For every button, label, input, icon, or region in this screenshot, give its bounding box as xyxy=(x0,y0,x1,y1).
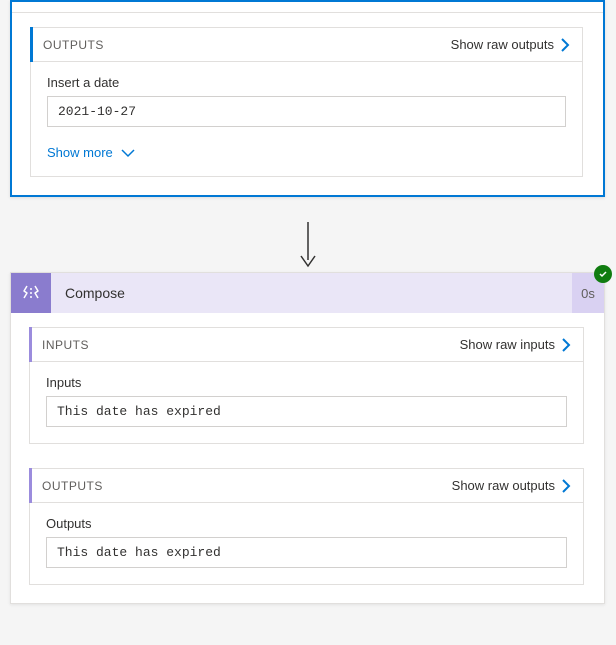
show-more-label: Show more xyxy=(47,145,113,160)
show-raw-inputs-link[interactable]: Show raw inputs xyxy=(460,337,571,352)
show-raw-outputs-link[interactable]: Show raw outputs xyxy=(452,478,571,493)
show-more-link[interactable]: Show more xyxy=(47,145,566,160)
compose-inputs-header: INPUTS Show raw inputs xyxy=(30,328,583,362)
raw-link-label: Show raw outputs xyxy=(452,478,555,493)
compose-action-icon xyxy=(11,273,51,313)
chevron-right-icon xyxy=(561,479,571,493)
compose-outputs-header: OUTPUTS Show raw outputs xyxy=(30,469,583,503)
trigger-card: OUTPUTS Show raw outputs Insert a date 2… xyxy=(10,0,605,197)
panel-title: INPUTS xyxy=(42,338,89,352)
raw-link-label: Show raw inputs xyxy=(460,337,555,352)
compose-outputs-panel: OUTPUTS Show raw outputs Outputs This da… xyxy=(29,468,584,585)
trigger-card-top-clip xyxy=(12,2,603,13)
panel-title: OUTPUTS xyxy=(43,38,104,52)
field-label: Outputs xyxy=(46,516,567,531)
compose-card-body: INPUTS Show raw inputs Inputs This date … xyxy=(11,313,604,603)
compose-inputs-panel: INPUTS Show raw inputs Inputs This date … xyxy=(29,327,584,444)
compose-outputs-value: This date has expired xyxy=(46,537,567,568)
raw-link-label: Show raw outputs xyxy=(451,37,554,52)
trigger-outputs-header: OUTPUTS Show raw outputs xyxy=(31,28,582,62)
canvas: OUTPUTS Show raw outputs Insert a date 2… xyxy=(0,0,616,645)
compose-inputs-value: This date has expired xyxy=(46,396,567,427)
compose-title: Compose xyxy=(51,273,572,313)
compose-outputs-body: Outputs This date has expired xyxy=(30,503,583,584)
show-raw-outputs-link[interactable]: Show raw outputs xyxy=(451,37,570,52)
chevron-down-icon xyxy=(121,148,135,158)
trigger-outputs-panel: OUTPUTS Show raw outputs Insert a date 2… xyxy=(30,27,583,177)
compose-header[interactable]: Compose 0s xyxy=(11,273,604,313)
trigger-outputs-body: Insert a date 2021-10-27 Show more xyxy=(31,62,582,176)
trigger-card-body: OUTPUTS Show raw outputs Insert a date 2… xyxy=(12,13,603,195)
compose-card: Compose 0s INPUTS Show raw inputs xyxy=(10,272,605,604)
success-status-icon xyxy=(594,265,612,283)
flow-arrow-icon xyxy=(293,222,323,270)
field-label: Inputs xyxy=(46,375,567,390)
chevron-right-icon xyxy=(560,38,570,52)
field-label: Insert a date xyxy=(47,75,566,90)
chevron-right-icon xyxy=(561,338,571,352)
insert-date-value: 2021-10-27 xyxy=(47,96,566,127)
panel-title: OUTPUTS xyxy=(42,479,103,493)
compose-inputs-body: Inputs This date has expired xyxy=(30,362,583,443)
